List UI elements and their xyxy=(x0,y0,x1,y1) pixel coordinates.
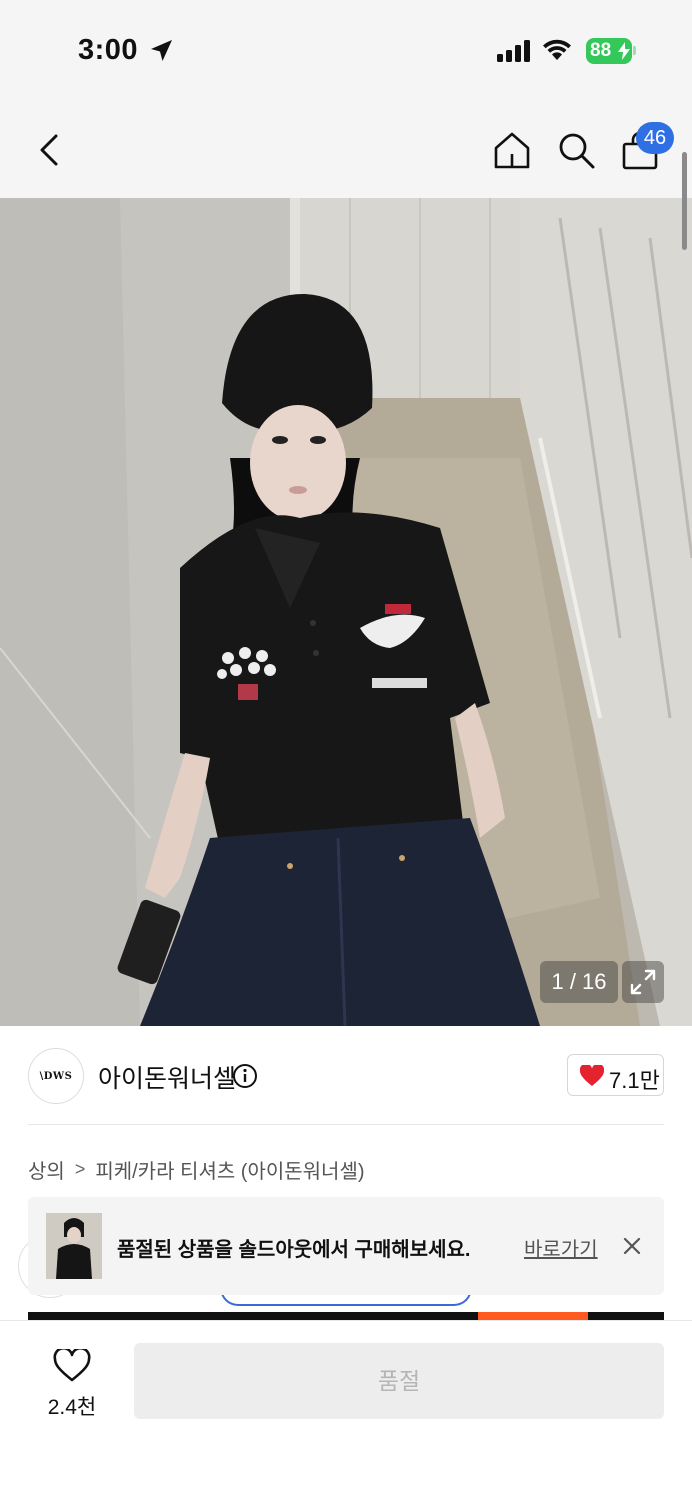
product-image-gallery[interactable]: 1 / 16 xyxy=(0,198,692,1026)
status-bar: 3:00 88 xyxy=(0,0,692,100)
product-photo xyxy=(0,198,692,1026)
cellular-signal-icon xyxy=(497,40,530,62)
brand-name[interactable]: 아이돈워너셀 xyxy=(98,1059,236,1095)
close-icon[interactable] xyxy=(620,1234,644,1258)
heart-filled-icon xyxy=(580,1065,604,1086)
brand-logo[interactable]: \DWS xyxy=(28,1048,84,1104)
thumbnail-image xyxy=(46,1213,102,1279)
battery-indicator: 88 xyxy=(586,38,632,64)
banner-thumbnail xyxy=(46,1213,102,1279)
search-icon[interactable] xyxy=(556,130,596,170)
promo-strip-accent xyxy=(478,1312,588,1320)
expand-icon xyxy=(630,969,656,995)
breadcrumb-subcategory[interactable]: 피케/카라 티셔츠 (아이돈워너셀) xyxy=(95,1155,364,1184)
breadcrumb-separator: > xyxy=(74,1159,86,1179)
home-icon[interactable] xyxy=(492,130,532,170)
soldout-button[interactable]: 품절 xyxy=(134,1343,664,1419)
bottom-action-bar: 2.4천 품절 xyxy=(0,1320,692,1500)
heart-outline-icon xyxy=(53,1349,91,1382)
breadcrumb-category[interactable]: 상의 xyxy=(28,1155,65,1184)
location-arrow-icon xyxy=(151,40,172,61)
status-time: 3:00 xyxy=(78,34,139,66)
wishlist-button[interactable]: 2.4천 xyxy=(38,1345,106,1419)
info-icon[interactable] xyxy=(232,1063,258,1089)
wishlist-count: 2.4천 xyxy=(47,1396,97,1419)
expand-button[interactable] xyxy=(622,961,664,1003)
soldout-banner: 품절된 상품을 솔드아웃에서 구매해보세요. 바로가기 xyxy=(28,1197,664,1295)
charging-bolt-icon xyxy=(618,42,630,60)
back-arrow-icon[interactable] xyxy=(30,130,70,170)
battery-level: 88 xyxy=(590,40,612,61)
brand-like-count: 7.1만 xyxy=(609,1068,660,1093)
soldout-banner-message: 품절된 상품을 솔드아웃에서 구매해보세요. xyxy=(117,1239,471,1261)
top-nav-bar xyxy=(0,100,692,198)
battery-nub xyxy=(633,46,636,55)
brand-like-button[interactable]: 7.1만 xyxy=(567,1054,664,1096)
section-divider xyxy=(28,1124,664,1125)
breadcrumb: 상의 > 피케/카라 티셔츠 (아이돈워너셀) xyxy=(28,1155,365,1184)
wifi-icon xyxy=(543,39,571,60)
cart-count-badge: 46 xyxy=(636,122,674,154)
image-counter: 1 / 16 xyxy=(540,961,618,1003)
soldout-banner-link[interactable]: 바로가기 xyxy=(524,1233,598,1262)
scroll-indicator[interactable] xyxy=(682,152,687,250)
